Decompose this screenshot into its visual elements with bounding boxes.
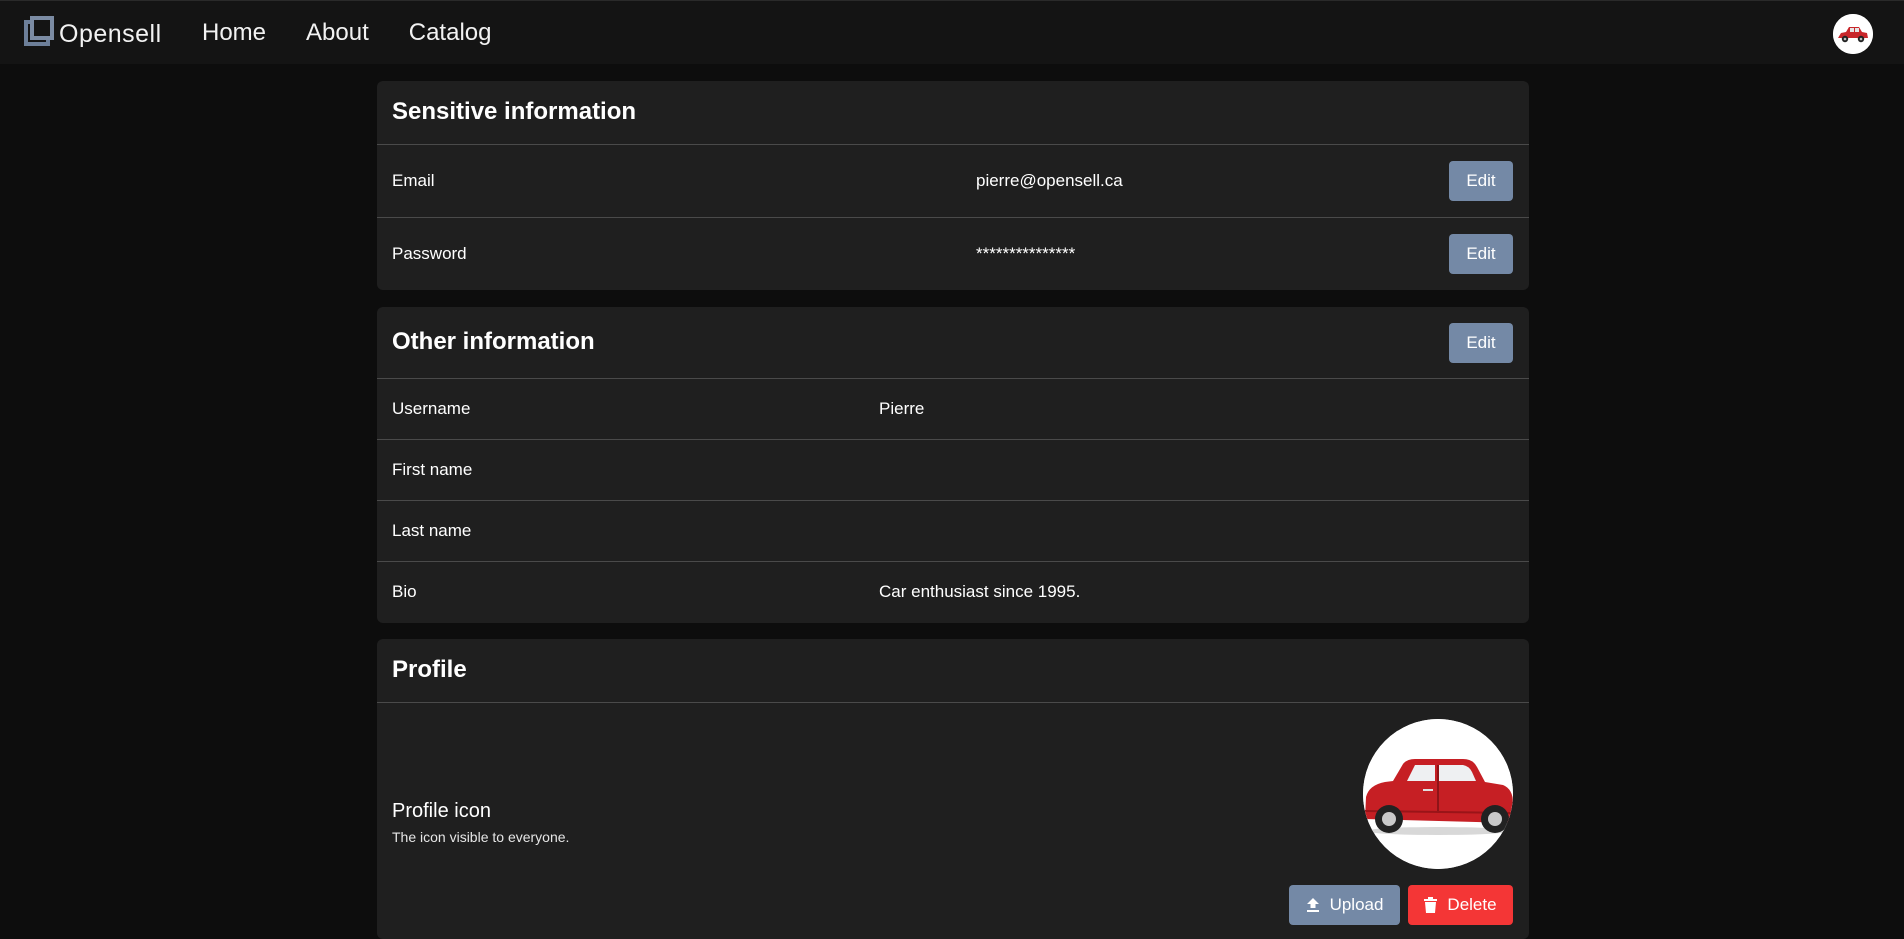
other-information-title: Other information <box>392 328 595 355</box>
bio-row: Bio Car enthusiast since 1995. <box>377 562 1529 622</box>
last-name-label: Last name <box>392 521 472 540</box>
sensitive-information-card: Sensitive information Email pierre@opens… <box>377 81 1529 290</box>
profile-icon-label: Profile icon <box>392 800 491 822</box>
trash-icon <box>1424 897 1438 913</box>
email-label: Email <box>392 171 435 190</box>
other-information-header: Other information Edit <box>377 307 1529 379</box>
first-name-label: First name <box>392 460 473 479</box>
profile-card: Profile Profile icon The icon visible to… <box>377 639 1529 939</box>
password-row: Password *************** Edit <box>377 218 1529 290</box>
nav-link-about[interactable]: About <box>306 19 369 47</box>
username-label: Username <box>392 399 471 418</box>
delete-label: Delete <box>1447 895 1497 914</box>
delete-button[interactable]: Delete <box>1408 885 1513 925</box>
opensell-logo-icon <box>24 16 56 50</box>
upload-button[interactable]: Upload <box>1289 885 1400 925</box>
upload-label: Upload <box>1329 895 1384 914</box>
brand-name: Opensell <box>59 19 162 48</box>
password-label: Password <box>392 244 467 263</box>
sensitive-information-header: Sensitive information <box>377 81 1529 145</box>
edit-password-button[interactable]: Edit <box>1449 234 1513 274</box>
first-name-row: First name <box>377 440 1529 501</box>
profile-header: Profile <box>377 639 1529 703</box>
username-value: Pierre <box>879 399 925 418</box>
password-value: *************** <box>976 244 1076 263</box>
profile-icon-section: Profile icon The icon visible to everyon… <box>377 703 1529 925</box>
nav-link-catalog[interactable]: Catalog <box>409 19 492 47</box>
other-information-card: Other information Edit Username Pierre F… <box>377 307 1529 623</box>
email-value: pierre@opensell.ca <box>976 171 1123 190</box>
top-navbar: Opensell Home About Catalog <box>0 0 1904 64</box>
profile-icon-image <box>1363 719 1513 869</box>
upload-icon <box>1306 897 1320 913</box>
email-row: Email pierre@opensell.ca Edit <box>377 145 1529 218</box>
profile-icon-description: The icon visible to everyone. <box>392 829 570 845</box>
edit-other-information-button[interactable]: Edit <box>1449 323 1513 363</box>
last-name-row: Last name <box>377 501 1529 562</box>
profile-title: Profile <box>392 656 467 683</box>
edit-email-button[interactable]: Edit <box>1449 161 1513 201</box>
bio-label: Bio <box>392 582 417 601</box>
user-avatar[interactable] <box>1833 14 1873 54</box>
nav-link-home[interactable]: Home <box>202 19 266 47</box>
bio-value: Car enthusiast since 1995. <box>879 582 1081 601</box>
username-row: Username Pierre <box>377 379 1529 440</box>
sensitive-information-title: Sensitive information <box>392 98 637 125</box>
brand-link[interactable]: Opensell <box>24 16 162 51</box>
nav-links: Home About Catalog <box>202 19 531 47</box>
